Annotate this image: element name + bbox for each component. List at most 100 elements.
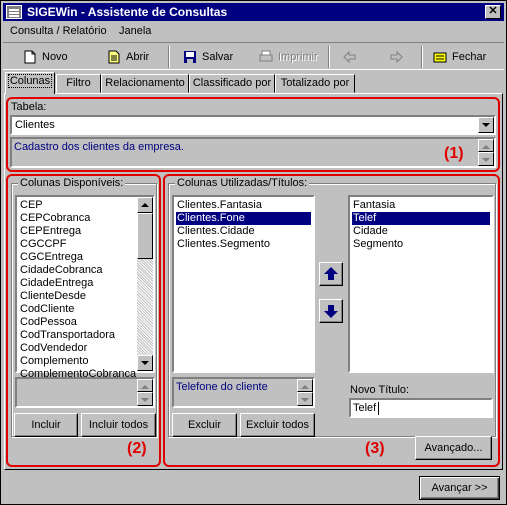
utilizada-item[interactable]: Clientes.Fantasia [176,199,311,212]
title-bar[interactable]: SIGEWin - Assistente de Consultas ✕ [3,3,504,21]
tabela-description-box: Cadastro dos clientes da empresa. [10,137,496,168]
print-button[interactable]: Imprimir [259,46,318,68]
tab-filtro[interactable]: Filtro [56,74,101,93]
next-button[interactable] [389,46,403,68]
tabela-label: Tabela: [11,101,47,113]
colunas-disponiveis-title: Colunas Disponíveis: [18,177,126,189]
scroll-up-icon[interactable] [137,197,153,213]
incluir-button[interactable]: Incluir [14,413,78,437]
scroll-up-icon[interactable] [297,379,313,392]
excluir-button[interactable]: Excluir [172,413,237,437]
close-query-button[interactable]: Fechar [433,46,486,68]
titulo-item[interactable]: Segmento [352,238,490,251]
tabela-description: Cadastro dos clientes da empresa. [14,141,184,153]
print-button-label: Imprimir [278,51,318,63]
colunas-disponiveis-list[interactable]: CEP CEPCobranca CEPEntrega CGCCPF CGCEntrega… [15,195,155,380]
novo-titulo-value: Telef [353,402,377,414]
arrow-left-icon [343,50,357,64]
scroll-down-icon[interactable] [137,355,153,371]
tab-relacionamento[interactable]: Relacionamento [101,74,189,93]
printer-icon [259,50,273,64]
move-down-button[interactable] [319,299,343,323]
colunas-utilizadas-list[interactable]: Clientes.Fantasia Clientes.Fone Clientes.C… [172,195,315,373]
arrow-up-icon [324,267,338,280]
scroll-down-icon[interactable] [137,392,153,406]
close-query-button-label: Fechar [452,51,487,63]
titulo-item[interactable]: Telef [352,212,490,225]
utilizada-item[interactable]: Clientes.Fone [176,212,311,225]
toolbar-separator [328,46,330,68]
scroll-up-icon[interactable] [478,139,494,152]
open-document-icon [107,50,121,64]
disponivel-item[interactable]: CEPEntrega [19,225,135,238]
save-disk-icon [183,50,197,64]
tabela-combo[interactable]: Clientes [10,115,496,135]
novo-titulo-label: Novo Título: [350,384,410,396]
novo-titulo-input[interactable]: Telef [349,398,493,418]
scroll-up-icon[interactable] [137,379,153,392]
disponivel-item[interactable]: CEP [19,199,135,212]
menu-bar: Consulta / Relatório Janela [3,22,504,40]
tab-totalizado-por[interactable]: Totalizado por [275,74,355,93]
close-button[interactable]: ✕ [485,5,501,19]
scroll-down-icon[interactable] [478,152,494,166]
excluir-todos-button[interactable]: Excluir todos [240,413,315,437]
disponivel-item[interactable]: Complemento [19,355,135,368]
disponiveis-description-box [15,377,155,408]
utilizada-item[interactable]: Clientes.Cidade [176,225,311,238]
incluir-todos-button[interactable]: Incluir todos [81,413,156,437]
titulos-list[interactable]: Fantasia Telef Cidade Segmento [348,195,494,373]
menu-janela[interactable]: Janela [119,25,151,37]
tabela-combo-value: Clientes [15,119,55,131]
tab-colunas[interactable]: Colunas [5,72,55,94]
new-button-label: Novo [42,51,68,63]
disponivel-item[interactable]: ClienteDesde [19,290,135,303]
utilizada-item[interactable]: Clientes.Segmento [176,238,311,251]
scroll-thumb[interactable] [137,213,153,259]
footer-bar: Avançar >> [3,472,504,504]
disponivel-item[interactable]: CodVendedor [19,342,135,355]
toolbar-separator [421,46,423,68]
menu-consulta-relatorio[interactable]: Consulta / Relatório [10,25,107,37]
open-button-label: Abrir [126,51,150,63]
description-scrollbar[interactable] [297,379,313,406]
region-1-label: (1) [444,145,464,162]
tab-page-colunas: Tabela: Clientes Cadastro dos clientes d… [4,93,503,470]
window-title: SIGEWin - Assistente de Consultas [27,5,228,19]
disponivel-item[interactable]: CGCEntrega [19,251,135,264]
titulo-item[interactable]: Cidade [352,225,490,238]
toolbar: Novo Abrir Salvar Imprimir Fechar [3,42,504,70]
disponivel-item[interactable]: CodTransportadora [19,329,135,342]
disponivel-item[interactable]: CodCliente [19,303,135,316]
region-3-label: (3) [365,440,385,457]
previous-button[interactable] [343,46,357,68]
utilizadas-description-box: Telefone do cliente [172,377,315,408]
app-icon[interactable] [6,5,22,19]
open-button[interactable]: Abrir [107,46,149,68]
move-up-button[interactable] [319,262,343,286]
scroll-down-icon[interactable] [297,392,313,406]
avancado-button[interactable]: Avançado... [415,436,492,460]
description-scrollbar[interactable] [478,139,494,166]
save-button-label: Salvar [202,51,234,63]
disponivel-item[interactable]: CidadeCobranca [19,264,135,277]
exit-door-icon [433,50,447,64]
disponivel-item[interactable]: CodPessoa [19,316,135,329]
text-cursor [378,402,379,415]
region-2-label: (2) [127,440,147,457]
tab-classificado-por[interactable]: Classificado por [189,74,275,93]
avancar-button[interactable]: Avançar >> [419,476,500,500]
disponiveis-scrollbar[interactable] [137,197,153,371]
disponivel-item[interactable]: CEPCobranca [19,212,135,225]
arrow-right-icon [389,50,403,64]
disponivel-item[interactable]: CGCCPF [19,238,135,251]
disponivel-item[interactable]: CidadeEntrega [19,277,135,290]
save-button[interactable]: Salvar [183,46,233,68]
colunas-utilizadas-title: Colunas Utilizadas/Títulos: [175,177,310,189]
chevron-down-icon[interactable] [478,117,494,133]
new-button[interactable]: Novo [23,46,68,68]
column-description: Telefone do cliente [176,381,268,393]
titulo-item[interactable]: Fantasia [352,199,490,212]
arrow-down-icon [324,305,338,318]
description-scrollbar[interactable] [137,379,153,406]
